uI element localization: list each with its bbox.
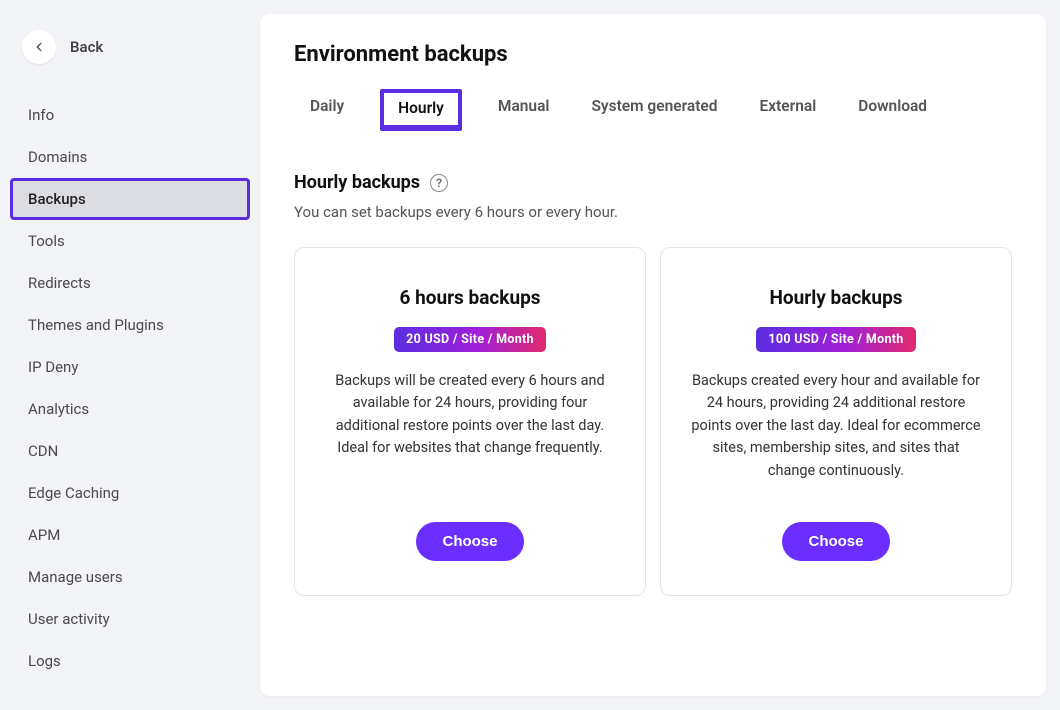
sidebar: Back Info Domains Backups Tools Redirect… xyxy=(0,0,260,710)
sidebar-item-themes-plugins[interactable]: Themes and Plugins xyxy=(10,304,250,346)
tab-manual[interactable]: Manual xyxy=(492,89,556,131)
arrow-left-icon xyxy=(32,40,46,54)
plan-title: Hourly backups xyxy=(769,286,902,309)
tab-system-generated[interactable]: System generated xyxy=(585,89,723,131)
sidebar-item-info[interactable]: Info xyxy=(10,94,250,136)
sidebar-item-backups[interactable]: Backups xyxy=(10,178,250,220)
sidebar-item-domains[interactable]: Domains xyxy=(10,136,250,178)
tabs: Daily Hourly Manual System generated Ext… xyxy=(294,89,1012,132)
page-title: Environment backups xyxy=(294,42,1012,67)
back-label: Back xyxy=(70,38,103,56)
section-subtitle: You can set backups every 6 hours or eve… xyxy=(294,203,1012,221)
tab-hourly[interactable]: Hourly xyxy=(380,89,462,131)
sidebar-item-apm[interactable]: APM xyxy=(10,514,250,556)
tab-external[interactable]: External xyxy=(754,89,823,131)
choose-button-hourly[interactable]: Choose xyxy=(782,522,889,561)
help-icon[interactable]: ? xyxy=(430,174,448,192)
tab-daily[interactable]: Daily xyxy=(304,89,350,131)
plan-description: Backups created every hour and available… xyxy=(691,370,981,482)
sidebar-item-manage-users[interactable]: Manage users xyxy=(10,556,250,598)
plan-price-badge: 20 USD / Site / Month xyxy=(394,327,546,352)
main-panel: Environment backups Daily Hourly Manual … xyxy=(260,14,1046,696)
plan-cards: 6 hours backups 20 USD / Site / Month Ba… xyxy=(294,247,1012,596)
sidebar-item-tools[interactable]: Tools xyxy=(10,220,250,262)
plan-card-hourly: Hourly backups 100 USD / Site / Month Ba… xyxy=(660,247,1012,596)
sidebar-nav: Info Domains Backups Tools Redirects The… xyxy=(10,94,250,682)
back-button[interactable] xyxy=(22,30,56,64)
plan-price-badge: 100 USD / Site / Month xyxy=(756,327,915,352)
sidebar-item-analytics[interactable]: Analytics xyxy=(10,388,250,430)
section-header: Hourly backups ? xyxy=(294,172,1012,193)
sidebar-item-cdn[interactable]: CDN xyxy=(10,430,250,472)
choose-button-6-hours[interactable]: Choose xyxy=(416,522,523,561)
plan-card-6-hours: 6 hours backups 20 USD / Site / Month Ba… xyxy=(294,247,646,596)
sidebar-item-edge-caching[interactable]: Edge Caching xyxy=(10,472,250,514)
section-title: Hourly backups xyxy=(294,172,420,193)
tab-download[interactable]: Download xyxy=(852,89,933,131)
sidebar-item-ip-deny[interactable]: IP Deny xyxy=(10,346,250,388)
plan-title: 6 hours backups xyxy=(399,286,540,309)
plan-description: Backups will be created every 6 hours an… xyxy=(325,370,615,482)
sidebar-item-logs[interactable]: Logs xyxy=(10,640,250,682)
sidebar-item-user-activity[interactable]: User activity xyxy=(10,598,250,640)
sidebar-item-redirects[interactable]: Redirects xyxy=(10,262,250,304)
back-row: Back xyxy=(10,30,250,88)
